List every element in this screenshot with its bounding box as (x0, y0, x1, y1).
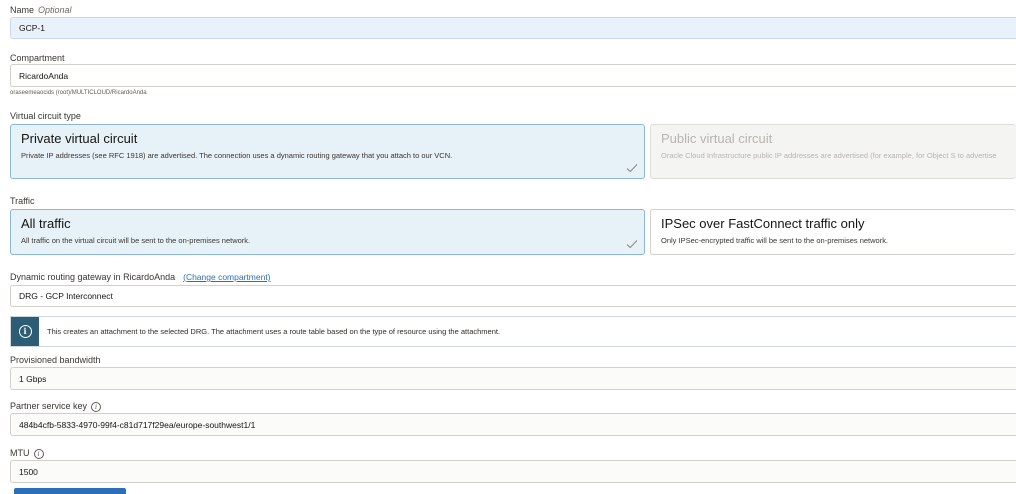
info-banner-message: This creates an attachment to the select… (47, 327, 501, 336)
public-circuit-option: Public virtual circuit Oracle Cloud Infr… (650, 124, 1016, 179)
compartment-label: Compartment (10, 53, 65, 63)
drg-select[interactable]: DRG - GCP Interconnect (10, 285, 1016, 307)
circuit-type-label: Virtual circuit type (10, 111, 81, 121)
drg-compartment-name: RicardoAnda (123, 272, 176, 282)
option-description: Private IP addresses (see RFC 1918) are … (21, 151, 453, 160)
option-title: All traffic (21, 216, 71, 231)
compartment-select[interactable]: RicardoAnda (10, 64, 1016, 87)
ipsec-traffic-option[interactable]: IPSec over FastConnect traffic only Only… (650, 209, 1016, 255)
info-icon[interactable]: i (91, 402, 102, 412)
mtu-label: MTU i (10, 448, 44, 459)
checkmark-icon (626, 240, 638, 249)
drg-label: Dynamic routing gateway in RicardoAnda (C… (10, 272, 271, 282)
compartment-path: oraseemeaocids (root)/MULTICLOUD/Ricardo… (10, 90, 147, 96)
option-title: Public virtual circuit (661, 131, 773, 146)
name-input[interactable]: GCP-1 (10, 17, 1016, 39)
traffic-label: Traffic (10, 196, 35, 206)
bandwidth-select[interactable]: 1 Gbps (10, 367, 1016, 390)
private-circuit-option[interactable]: Private virtual circuit Private IP addre… (10, 124, 645, 179)
mtu-input[interactable]: 1500 (10, 460, 1016, 483)
optional-tag: Optional (38, 5, 72, 15)
info-icon[interactable]: i (33, 449, 44, 459)
name-label: Name Optional (10, 5, 72, 15)
partner-key-label: Partner service key i (10, 401, 102, 412)
checkmark-icon (626, 164, 638, 173)
all-traffic-option[interactable]: All traffic All traffic on the virtual c… (10, 209, 645, 255)
change-compartment-link[interactable]: (Change compartment) (183, 272, 270, 282)
bandwidth-label: Provisioned bandwidth (10, 355, 101, 365)
partner-key-input[interactable]: 484b4cfb-5833-4970-99f4-c81d717f29ea/eur… (10, 413, 1016, 436)
option-title: Private virtual circuit (21, 131, 138, 146)
option-description: All traffic on the virtual circuit will … (21, 236, 251, 245)
info-icon: i (18, 325, 32, 338)
option-description: Oracle Cloud Infrastructure public IP ad… (661, 151, 997, 160)
primary-button-edge[interactable] (14, 488, 126, 494)
option-description: Only IPSec-encrypted traffic will be sen… (661, 236, 889, 245)
option-title: IPSec over FastConnect traffic only (661, 216, 865, 231)
info-banner: i This creates an attachment to the sele… (10, 316, 1016, 347)
